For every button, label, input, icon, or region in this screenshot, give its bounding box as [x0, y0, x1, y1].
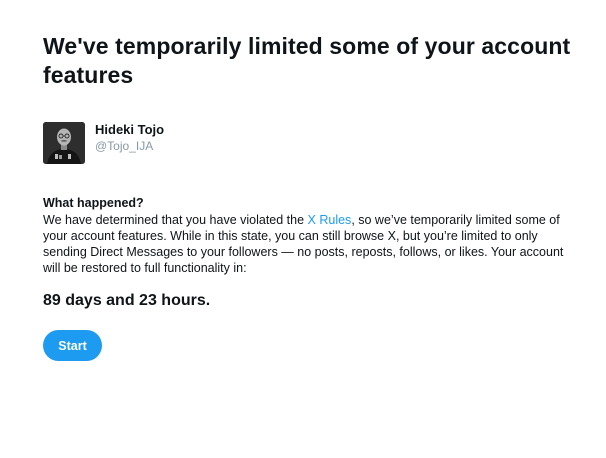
account-text: Hideki Tojo @Tojo_IJA: [95, 122, 164, 154]
x-rules-link[interactable]: X Rules: [308, 213, 352, 227]
start-button[interactable]: Start: [43, 330, 102, 361]
restriction-countdown: 89 days and 23 hours.: [43, 292, 211, 309]
notice-body: We have determined that you have violate…: [43, 212, 578, 276]
account-handle: @Tojo_IJA: [95, 139, 154, 153]
avatar: [43, 122, 85, 164]
avatar-portrait-icon: [43, 122, 85, 164]
display-name: Hideki Tojo: [95, 122, 165, 137]
restriction-notice-page: We've temporarily limited some of your a…: [43, 32, 578, 361]
notice-text-before-link: We have determined that you have violate…: [43, 213, 308, 227]
account-info: Hideki Tojo @Tojo_IJA: [43, 122, 578, 164]
page-title: We've temporarily limited some of your a…: [43, 33, 571, 88]
what-happened-heading: What happened?: [43, 196, 144, 210]
